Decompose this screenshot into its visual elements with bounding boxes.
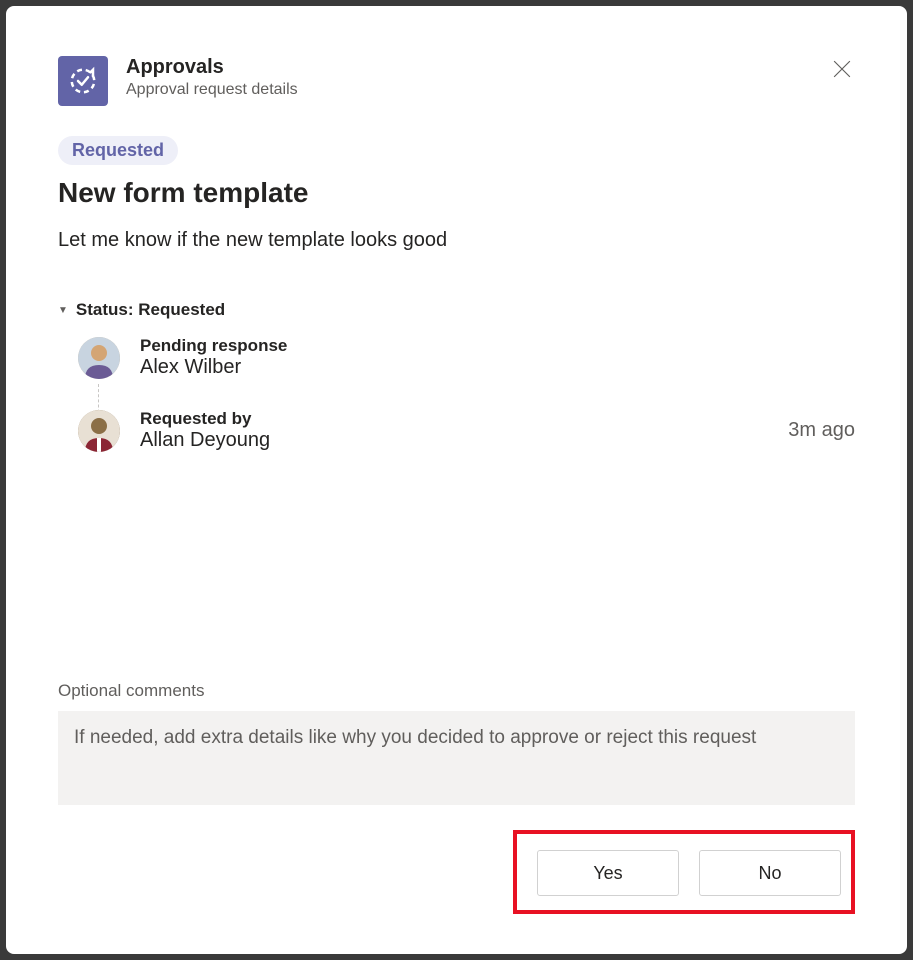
avatar-person-icon: [78, 410, 120, 452]
participant-label: Pending response: [140, 336, 835, 356]
participant-name: Alex Wilber: [140, 356, 835, 379]
participant-name: Allan Deyoung: [140, 429, 768, 452]
request-description: Let me know if the new template looks go…: [58, 229, 855, 252]
app-title: Approvals: [126, 56, 298, 79]
header-left: Approvals Approval request details: [58, 56, 298, 106]
status-badge: Requested: [58, 136, 178, 165]
header-text: Approvals Approval request details: [126, 56, 298, 99]
approvals-app-icon: [58, 56, 108, 106]
avatar-person-icon: [78, 337, 120, 379]
checkmark-circle-icon: [68, 66, 98, 96]
comments-textarea[interactable]: [58, 711, 855, 805]
participant-label: Requested by: [140, 409, 768, 429]
timestamp: 3m ago: [788, 419, 855, 442]
modal-footer: Yes No: [513, 830, 855, 914]
avatar: [78, 410, 120, 452]
close-icon: [833, 60, 851, 78]
close-button[interactable]: [829, 56, 855, 86]
status-label: Status: Requested: [76, 300, 225, 320]
approvals-modal: Approvals Approval request details Reque…: [6, 6, 907, 954]
no-button[interactable]: No: [699, 850, 841, 896]
comments-section: Optional comments: [58, 681, 855, 810]
participant-info: Requested by Allan Deyoung: [140, 409, 768, 452]
participants-list: Pending response Alex Wilber Requested b…: [58, 336, 855, 452]
status-section: ▼ Status: Requested Pending response Ale…: [58, 300, 855, 452]
caret-down-icon: ▼: [58, 305, 68, 316]
app-subtitle: Approval request details: [126, 81, 298, 99]
request-title: New form template: [58, 177, 855, 209]
status-header[interactable]: ▼ Status: Requested: [58, 300, 855, 320]
participant-row: Pending response Alex Wilber: [78, 336, 855, 379]
spacer: [58, 472, 855, 681]
yes-button[interactable]: Yes: [537, 850, 679, 896]
modal-header: Approvals Approval request details: [58, 56, 855, 106]
comments-label: Optional comments: [58, 681, 855, 701]
participant-info: Pending response Alex Wilber: [140, 336, 835, 379]
status-badge-container: Requested: [58, 136, 855, 177]
participant-row: Requested by Allan Deyoung 3m ago: [78, 409, 855, 452]
avatar: [78, 337, 120, 379]
